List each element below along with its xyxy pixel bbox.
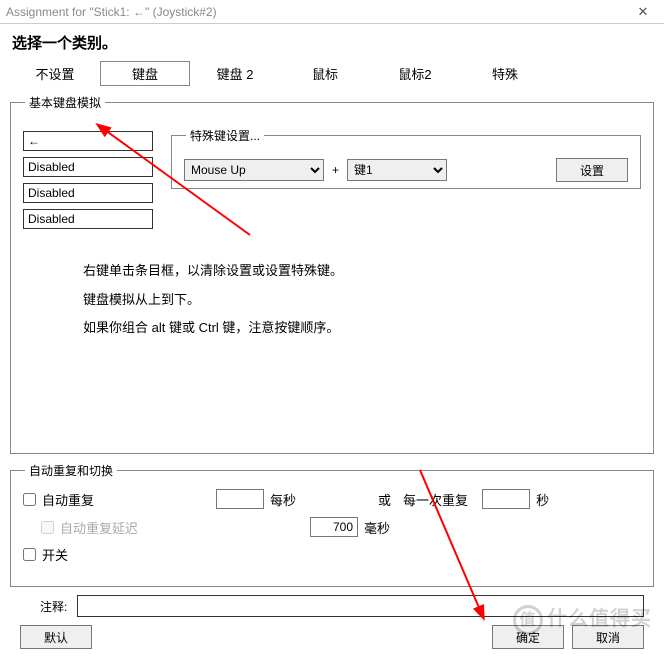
close-icon[interactable]: ✕	[628, 4, 658, 20]
key-input-2[interactable]	[23, 157, 153, 177]
tab-mouse[interactable]: 鼠标	[280, 61, 370, 86]
page-heading: 选择一个类别。	[12, 32, 654, 53]
per-second-label: 每秒	[270, 490, 296, 509]
key-input-4[interactable]	[23, 209, 153, 229]
hint-line-2: 键盘模拟从上到下。	[83, 286, 641, 315]
auto-repeat-group: 自动重复和切换 自动重复 每秒 或 每一次重复 秒 自动重复延迟 毫秒	[10, 462, 654, 587]
tab-keyboard2[interactable]: 键盘 2	[190, 61, 280, 86]
key-input-1[interactable]	[23, 131, 153, 151]
default-button[interactable]: 默认	[20, 625, 92, 649]
auto-repeat-delay-cb-input	[41, 521, 54, 534]
plus-icon: +	[332, 163, 339, 177]
auto-repeat-delay-cb-label: 自动重复延迟	[60, 518, 138, 537]
hint-line-3: 如果你组合 alt 键或 Ctrl 键，注意按键顺序。	[83, 314, 641, 343]
or-label: 或	[378, 490, 391, 509]
special-select-action[interactable]: Mouse Up	[184, 159, 324, 181]
special-key-group: 特殊键设置... Mouse Up + 键1 设置	[171, 127, 641, 189]
auto-repeat-delay-checkbox: 自动重复延迟	[41, 518, 138, 537]
tab-keyboard[interactable]: 键盘	[100, 61, 190, 86]
set-button[interactable]: 设置	[556, 158, 628, 182]
special-select-key[interactable]: 键1	[347, 159, 447, 181]
auto-repeat-cb-label: 自动重复	[42, 490, 94, 509]
per-second-input[interactable]	[216, 489, 264, 509]
note-input[interactable]	[77, 595, 644, 617]
seconds-label: 秒	[536, 490, 549, 509]
tab-special[interactable]: 特殊	[460, 61, 550, 86]
cancel-button[interactable]: 取消	[572, 625, 644, 649]
auto-repeat-legend: 自动重复和切换	[25, 462, 117, 479]
switch-cb-label: 开关	[42, 545, 68, 564]
each-repeat-input[interactable]	[482, 489, 530, 509]
delay-input[interactable]	[310, 517, 358, 537]
ms-label: 毫秒	[364, 518, 390, 537]
titlebar: Assignment for "Stick1: ←" (Joystick#2) …	[0, 0, 664, 24]
key-input-3[interactable]	[23, 183, 153, 203]
window-title: Assignment for "Stick1: ←" (Joystick#2)	[6, 5, 628, 19]
keyboard-inputs	[23, 131, 153, 229]
tabs: 不设置 键盘 键盘 2 鼠标 鼠标2 特殊	[10, 61, 654, 86]
switch-checkbox[interactable]: 开关	[23, 545, 68, 564]
each-repeat-label: 每一次重复	[403, 490, 468, 509]
tab-none[interactable]: 不设置	[10, 61, 100, 86]
special-key-legend: 特殊键设置...	[186, 127, 264, 144]
basic-keyboard-group: 基本键盘模拟 特殊键设置... Mouse Up + 键1	[10, 94, 654, 454]
hints-text: 右键单击条目框，以清除设置或设置特殊键。 键盘模拟从上到下。 如果你组合 alt…	[83, 257, 641, 343]
hint-line-1: 右键单击条目框，以清除设置或设置特殊键。	[83, 257, 641, 286]
ok-button[interactable]: 确定	[492, 625, 564, 649]
basic-keyboard-legend: 基本键盘模拟	[25, 94, 105, 111]
tab-mouse2[interactable]: 鼠标2	[370, 61, 460, 86]
auto-repeat-cb-input[interactable]	[23, 493, 36, 506]
note-label: 注释:	[40, 598, 67, 615]
switch-cb-input[interactable]	[23, 548, 36, 561]
auto-repeat-checkbox[interactable]: 自动重复	[23, 490, 94, 509]
